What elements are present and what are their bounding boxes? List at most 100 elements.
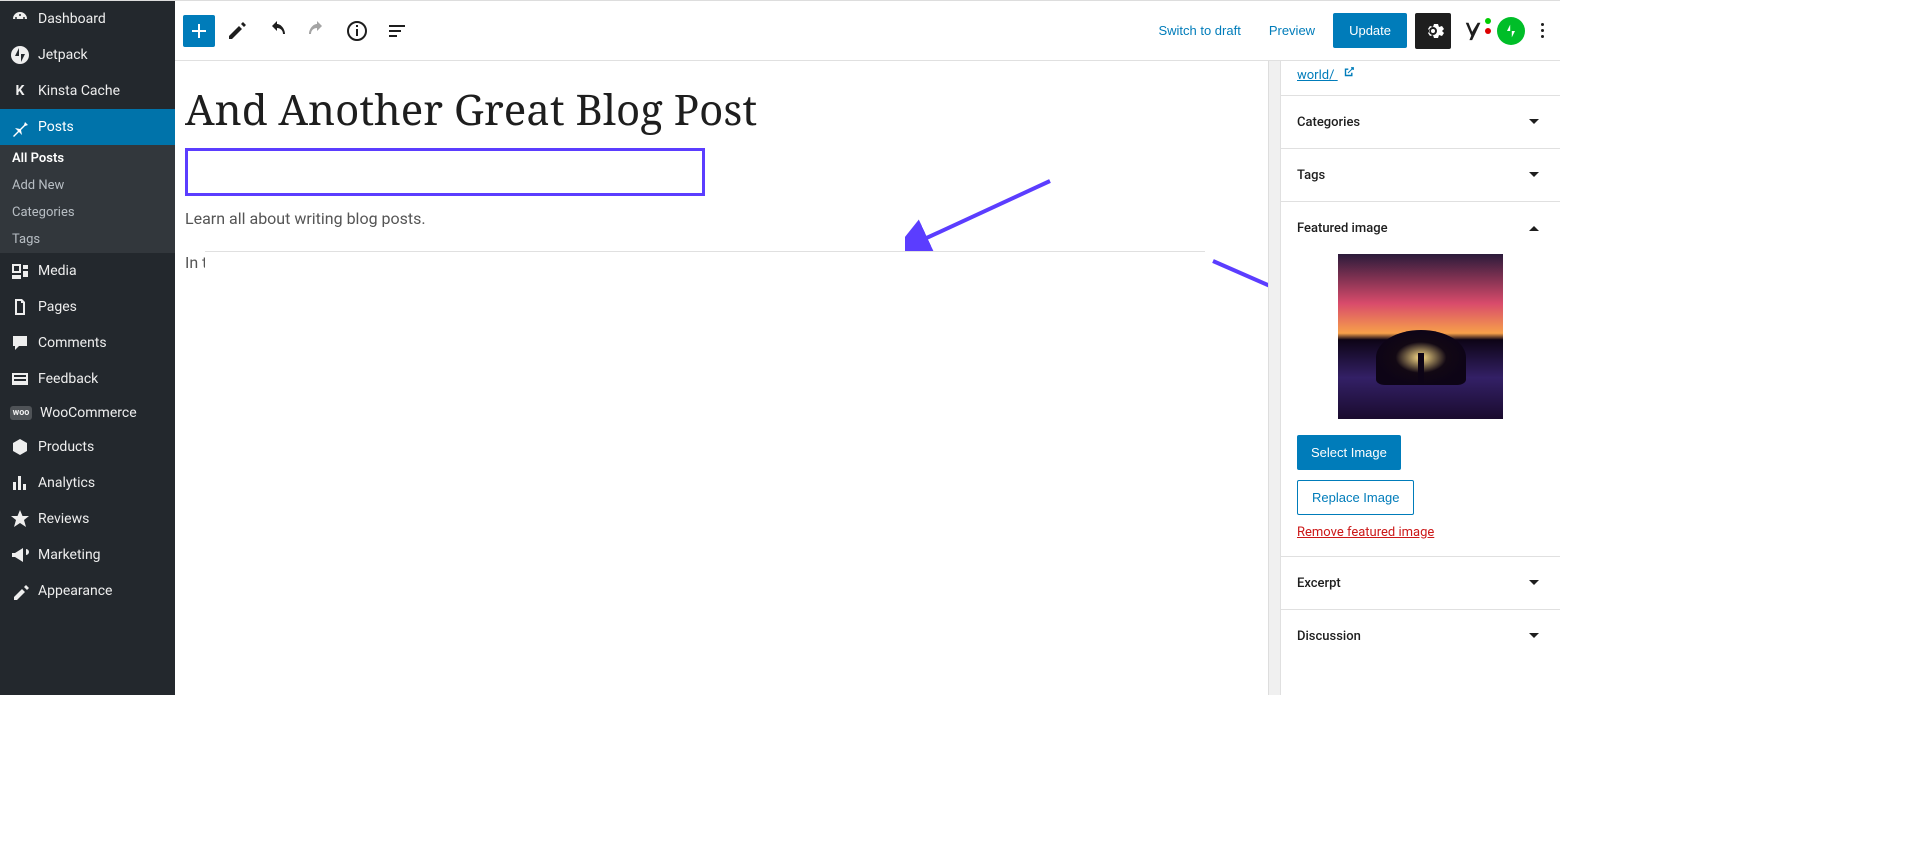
annotation-arrow-icon <box>905 176 1065 256</box>
editor-topbar: Switch to draft Preview Update <box>175 1 1560 61</box>
sidebar-item-label: Analytics <box>38 475 95 491</box>
sidebar-item-analytics[interactable]: Analytics <box>0 465 175 501</box>
sidebar-item-label: Feedback <box>38 371 98 387</box>
products-icon <box>10 437 30 457</box>
comments-icon <box>10 333 30 353</box>
sidebar-item-label: Products <box>38 439 94 455</box>
feedback-icon <box>10 369 30 389</box>
add-block-button[interactable] <box>183 15 215 47</box>
remove-featured-image-link[interactable]: Remove featured image <box>1297 525 1434 540</box>
panel-section-label: Discussion <box>1297 629 1361 644</box>
featured-image-thumbnail[interactable] <box>1338 254 1503 419</box>
panel-section-label: Featured image <box>1297 221 1388 236</box>
panel-featured-toggle[interactable]: Featured image <box>1281 202 1560 254</box>
sidebar-item-label: Reviews <box>38 511 89 527</box>
bolt-icon <box>1503 23 1519 39</box>
chevron-up-icon <box>1524 218 1544 238</box>
permalink-link[interactable]: world/ <box>1281 61 1560 95</box>
paragraph-block[interactable]: Learn all about writing blog posts. <box>185 206 1225 232</box>
list-icon <box>385 19 409 43</box>
chevron-down-icon <box>1524 165 1544 185</box>
info-icon <box>345 19 369 43</box>
panel-excerpt-toggle[interactable]: Excerpt <box>1281 557 1560 609</box>
media-icon <box>10 261 30 281</box>
submenu-all-posts[interactable]: All Posts <box>0 145 175 172</box>
sidebar-item-label: Marketing <box>38 547 101 563</box>
sidebar-item-products[interactable]: Products <box>0 429 175 465</box>
kinsta-icon: K <box>10 81 30 101</box>
editor-main: Switch to draft Preview Update <box>175 1 1560 695</box>
sidebar-item-jetpack[interactable]: Jetpack <box>0 37 175 73</box>
sidebar-item-label: Jetpack <box>38 47 88 63</box>
analytics-icon <box>10 473 30 493</box>
panel-discussion-toggle[interactable]: Discussion <box>1281 610 1560 662</box>
select-image-button[interactable]: Select Image <box>1297 435 1401 470</box>
sidebar-item-label: Appearance <box>38 583 112 599</box>
dashboard-icon <box>10 9 30 29</box>
jetpack-button[interactable] <box>1497 17 1525 45</box>
permalink-text: world/ <box>1297 68 1334 83</box>
chevron-down-icon <box>1524 112 1544 132</box>
sidebar-item-appearance[interactable]: Appearance <box>0 573 175 609</box>
sidebar-item-posts[interactable]: Posts <box>0 109 175 145</box>
annotation-highlight-box <box>185 148 705 196</box>
sidebar-item-label: Kinsta Cache <box>38 83 120 99</box>
preview-button[interactable]: Preview <box>1259 17 1325 44</box>
editor-footer-strip <box>205 251 1205 275</box>
jetpack-icon <box>10 45 30 65</box>
plus-icon <box>187 19 211 43</box>
submenu-categories[interactable]: Categories <box>0 199 175 226</box>
sidebar-item-label: Posts <box>38 119 74 135</box>
sidebar-item-pages[interactable]: Pages <box>0 289 175 325</box>
post-title[interactable]: And Another Great Blog Post <box>185 61 1225 148</box>
sidebar-item-kinsta[interactable]: K Kinsta Cache <box>0 73 175 109</box>
external-link-icon <box>1342 65 1356 79</box>
sidebar-item-reviews[interactable]: Reviews <box>0 501 175 537</box>
annotation-arrow-icon <box>1203 251 1268 401</box>
sidebar-item-label: WooCommerce <box>40 405 137 421</box>
submenu-tags[interactable]: Tags <box>0 226 175 253</box>
panel-section-label: Excerpt <box>1297 576 1341 591</box>
sidebar-item-woocommerce[interactable]: woo WooCommerce <box>0 397 175 429</box>
posts-submenu: All Posts Add New Categories Tags <box>0 145 175 253</box>
edit-mode-button[interactable] <box>219 13 255 49</box>
scrollbar[interactable] <box>1268 61 1280 695</box>
sidebar-item-label: Dashboard <box>38 11 106 27</box>
chevron-down-icon <box>1524 626 1544 646</box>
pin-icon <box>10 117 30 137</box>
sidebar-item-media[interactable]: Media <box>0 253 175 289</box>
woo-icon: woo <box>10 406 32 420</box>
sidebar-item-label: Comments <box>38 335 107 351</box>
settings-button[interactable] <box>1415 13 1451 49</box>
undo-button[interactable] <box>259 13 295 49</box>
sidebar-item-marketing[interactable]: Marketing <box>0 537 175 573</box>
sidebar-item-feedback[interactable]: Feedback <box>0 361 175 397</box>
pencil-icon <box>225 19 249 43</box>
replace-image-button[interactable]: Replace Image <box>1297 480 1414 515</box>
panel-categories-toggle[interactable]: Categories <box>1281 96 1560 148</box>
sidebar-item-label: Media <box>38 263 77 279</box>
switch-to-draft-button[interactable]: Switch to draft <box>1148 17 1250 44</box>
star-icon <box>10 509 30 529</box>
editor-canvas[interactable]: And Another Great Blog Post Learn all ab… <box>175 61 1268 695</box>
chevron-down-icon <box>1524 573 1544 593</box>
undo-icon <box>265 19 289 43</box>
submenu-add-new[interactable]: Add New <box>0 172 175 199</box>
settings-panel: world/ Categories Tags <box>1280 61 1560 695</box>
outline-button[interactable] <box>379 13 415 49</box>
megaphone-icon <box>10 545 30 565</box>
panel-tags-toggle[interactable]: Tags <box>1281 149 1560 201</box>
sidebar-item-comments[interactable]: Comments <box>0 325 175 361</box>
sidebar-item-label: Pages <box>38 299 77 315</box>
redo-button[interactable] <box>299 13 335 49</box>
appearance-icon <box>10 581 30 601</box>
info-button[interactable] <box>339 13 375 49</box>
panel-section-label: Categories <box>1297 115 1360 130</box>
pages-icon <box>10 297 30 317</box>
yoast-button[interactable] <box>1459 16 1489 46</box>
panel-section-label: Tags <box>1297 168 1325 183</box>
yoast-icon <box>1463 20 1485 42</box>
update-button[interactable]: Update <box>1333 13 1407 48</box>
sidebar-item-dashboard[interactable]: Dashboard <box>0 1 175 37</box>
more-menu-button[interactable] <box>1533 15 1552 46</box>
